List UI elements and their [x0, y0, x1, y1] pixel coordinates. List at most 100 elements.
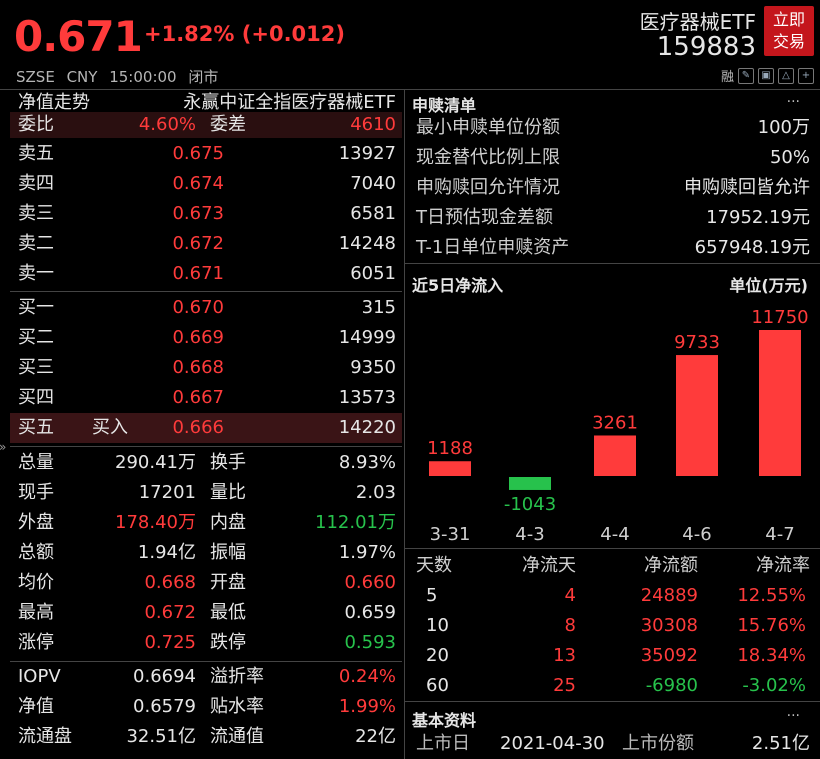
flow-amount: 30308 — [640, 615, 698, 636]
iopv-row-value-1: 32.51亿 — [126, 726, 196, 747]
subscribe-row: 最小申赎单位份额 100万 — [410, 113, 814, 143]
flow-header-cell: 净流额 — [644, 555, 698, 576]
chart-data-label: 3261 — [592, 412, 638, 433]
etf-code: 159883 — [656, 32, 756, 62]
ask-price: 0.674 — [172, 173, 224, 194]
flow-row: 5 4 24889 12.55% — [410, 581, 814, 611]
flow-days: 5 — [426, 585, 438, 606]
stat-row-label-2: 振幅 — [210, 542, 246, 563]
chart-bar — [676, 355, 718, 476]
bid-volume: 315 — [361, 297, 396, 318]
flow-days: 20 — [426, 645, 449, 666]
subscribe-value: 100万 — [757, 117, 810, 138]
stat-row-value-1: 178.40万 — [115, 512, 196, 533]
ask-label: 卖五 — [18, 143, 54, 164]
flow-table-header: 天数 净流天 净流额 净流率 — [410, 551, 814, 581]
flow-rate: 12.55% — [737, 585, 806, 606]
flow-row: 10 8 30308 15.76% — [410, 611, 814, 641]
stat-row-value-1: 17201 — [138, 482, 196, 503]
flow-amount: 35092 — [640, 645, 698, 666]
listing-date-value: 2021-04-30 — [500, 733, 605, 754]
stat-row-value-1: 0.725 — [144, 632, 196, 653]
iopv-row-label-2: 流通值 — [210, 726, 264, 747]
flow-row: 20 13 35092 18.34% — [410, 641, 814, 671]
exchange-label: SZSE — [16, 68, 55, 86]
subscribe-more-button[interactable]: ··· — [787, 94, 800, 110]
stat-row-label-1: 外盘 — [18, 512, 54, 533]
ask-volume: 7040 — [350, 173, 396, 194]
subscribe-value: 申购赎回皆允许 — [684, 177, 810, 198]
stat-row-label-2: 开盘 — [210, 572, 246, 593]
chart-bar — [594, 435, 636, 476]
stat-row-value-2: 0.593 — [344, 632, 396, 653]
market-status: 闭市 — [188, 68, 219, 86]
stat-row: 总量 290.41万 换手 8.93% — [10, 448, 402, 478]
basic-info-more-button[interactable]: ··· — [787, 708, 800, 724]
subscribe-row: T日预估现金差额 17952.19元 — [410, 203, 814, 233]
ask-volume: 6581 — [350, 203, 396, 224]
iopv-row-value-2: 22亿 — [355, 726, 396, 747]
chart-data-label: 1188 — [427, 438, 473, 459]
bid-row: 买一 0.670 315 — [10, 293, 402, 323]
bid-tag[interactable]: 买入 — [92, 413, 128, 443]
chart-category-label: 4-7 — [765, 524, 794, 545]
chart-category-label: 4-4 — [600, 524, 629, 545]
bid-price: 0.668 — [172, 357, 224, 378]
bid-label: 买四 — [18, 387, 54, 408]
bid-volume: 13573 — [338, 387, 396, 408]
chart-category-label: 4-3 — [515, 524, 544, 545]
diff-value: 4610 — [350, 114, 396, 135]
last-price: 0.671 — [14, 12, 143, 61]
stat-row-label-2: 内盘 — [210, 512, 246, 533]
stat-row: 均价 0.668 开盘 0.660 — [10, 568, 402, 598]
bid-label: 买一 — [18, 297, 54, 318]
ask-row: 卖一 0.671 6051 — [10, 259, 402, 289]
market-meta: SZSE CNY 15:00:00 闭市 — [16, 66, 225, 87]
flow-rate: -3.02% — [742, 675, 806, 696]
subscribe-key: T-1日单位申赎资产 — [416, 237, 570, 258]
alert-icon[interactable]: △ — [778, 67, 794, 84]
add-icon[interactable]: + — [798, 67, 814, 84]
bid-volume: 14999 — [338, 327, 396, 348]
edit-icon[interactable]: ✎ — [738, 67, 754, 84]
subscribe-value: 50% — [769, 147, 810, 168]
stat-row-value-1: 0.668 — [144, 572, 196, 593]
flow-header-cell: 净流率 — [756, 555, 810, 576]
subscribe-key: T日预估现金差额 — [416, 207, 553, 228]
iopv-row-label-2: 贴水率 — [210, 696, 264, 717]
flow-rate: 15.76% — [737, 615, 806, 636]
chart-bar — [509, 477, 551, 490]
flow-net-days: 8 — [564, 615, 576, 636]
subscribe-key: 申购赎回允许情况 — [416, 177, 560, 198]
bid-volume: 14220 — [338, 417, 396, 438]
chart-bar — [429, 461, 471, 476]
subscribe-key: 现金替代比例上限 — [416, 147, 560, 168]
flow-days: 60 — [426, 675, 449, 696]
etf-name: 医疗器械ETF — [639, 10, 756, 34]
ask-row: 卖四 0.674 7040 — [10, 169, 402, 199]
trade-now-button[interactable]: 立即 交易 — [764, 6, 814, 56]
stat-row-value-2: 2.03 — [355, 482, 396, 503]
stat-row-value-1: 290.41万 — [115, 452, 196, 473]
bid-row: 买三 0.668 9350 — [10, 353, 402, 383]
trade-button-line2: 交易 — [772, 32, 805, 51]
iopv-row-label-1: 流通盘 — [18, 726, 72, 747]
subscribe-value: 657948.19元 — [694, 237, 810, 258]
iopv-row-label-1: IOPV — [18, 666, 61, 687]
iopv-row-value-1: 0.6694 — [133, 666, 196, 687]
iopv-row-label-2: 溢折率 — [210, 666, 264, 687]
chart-bar — [759, 330, 801, 476]
stat-row-label-1: 总额 — [18, 542, 54, 563]
flow-header-cell: 天数 — [416, 555, 452, 576]
margin-label: 融 — [720, 70, 734, 85]
iopv-row: 流通盘 32.51亿 流通值 22亿 — [10, 722, 402, 752]
iopv-row: 净值 0.6579 贴水率 1.99% — [10, 692, 402, 722]
flow-net-days: 25 — [553, 675, 576, 696]
subscribe-row: 申购赎回允许情况 申购赎回皆允许 — [410, 173, 814, 203]
ask-row: 卖五 0.675 13927 — [10, 139, 402, 169]
flow-net-days: 4 — [564, 585, 576, 606]
iopv-row-value-2: 0.24% — [338, 666, 396, 687]
collapse-arrow-icon[interactable]: » — [0, 440, 6, 454]
flow-row: 60 25 -6980 -3.02% — [410, 671, 814, 701]
screenshot-icon[interactable]: ▣ — [758, 67, 774, 84]
